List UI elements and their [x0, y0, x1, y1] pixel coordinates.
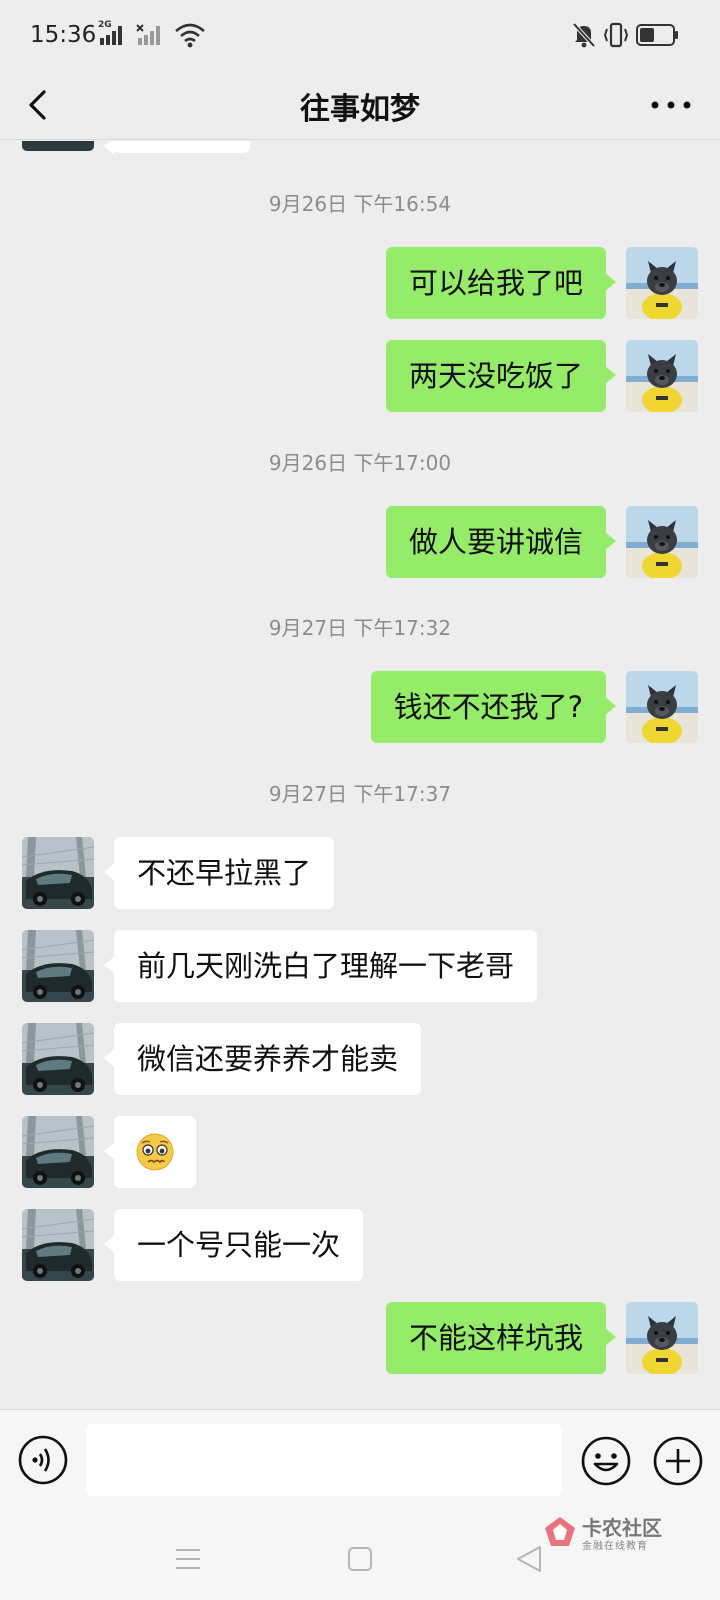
mute-icon	[572, 22, 596, 48]
contact-avatar[interactable]	[22, 1023, 94, 1095]
menu-icon	[176, 1549, 200, 1569]
my-avatar[interactable]	[626, 1302, 698, 1374]
more-functions-button[interactable]	[652, 1435, 704, 1487]
smiley-icon	[581, 1436, 631, 1486]
watermark-logo: 卡农社区 金融在线教育	[542, 1512, 712, 1552]
partial-message-bubble[interactable]	[104, 141, 250, 155]
home-button[interactable]	[340, 1541, 380, 1577]
their-message-bubble[interactable]: 前几天刚洗白了理解一下老哥	[103, 930, 538, 1002]
my-avatar[interactable]	[626, 340, 698, 412]
kanong-logo-icon	[545, 1517, 575, 1546]
message-timestamp: 9月27日 下午17:32	[268, 616, 452, 640]
battery-icon	[636, 24, 680, 46]
chevron-left-icon	[29, 90, 46, 120]
status-time: 15:36	[30, 22, 97, 48]
my-message-bubble[interactable]: 做人要讲诚信	[385, 506, 617, 578]
menu-button[interactable]	[168, 1541, 208, 1577]
contact-avatar[interactable]	[22, 837, 94, 909]
their-message-bubble[interactable]: 一个号只能一次	[103, 1209, 364, 1281]
message-timestamp: 9月26日 下午17:00	[268, 451, 452, 475]
chat-area[interactable]: 9月26日 下午16:54 可以给我了吧 两天没吃饭了 9月26日 下午17:0…	[0, 141, 720, 1409]
status-bar: 15:36 2G	[0, 0, 720, 70]
my-message-bubble[interactable]: 钱还不还我了?	[370, 671, 617, 743]
my-message-bubble[interactable]: 两天没吃饭了	[385, 340, 617, 412]
voice-button[interactable]	[18, 1435, 68, 1485]
contact-avatar[interactable]	[22, 141, 94, 151]
my-avatar[interactable]	[626, 506, 698, 578]
contact-avatar[interactable]	[22, 1116, 94, 1188]
wifi-icon	[174, 22, 206, 48]
emoji-button[interactable]	[580, 1435, 632, 1487]
sim-label: 2G	[98, 20, 112, 30]
their-emoji-bubble[interactable]	[104, 1116, 196, 1188]
more-dots-icon	[651, 101, 691, 109]
back-button[interactable]	[20, 84, 60, 126]
pleading-face-emoji	[136, 1133, 174, 1171]
chat-title: 往事如梦	[300, 92, 420, 127]
contact-avatar[interactable]	[22, 1209, 94, 1281]
more-button[interactable]	[646, 90, 696, 120]
message-timestamp: 9月26日 下午16:54	[268, 192, 452, 216]
my-message-bubble[interactable]: 可以给我了吧	[385, 247, 617, 319]
my-avatar[interactable]	[626, 247, 698, 319]
contact-avatar[interactable]	[22, 930, 94, 1002]
input-bar	[0, 1409, 720, 1519]
their-message-bubble[interactable]: 不还早拉黑了	[103, 837, 335, 909]
signal-2g-icon: 2G	[98, 20, 128, 46]
signal-no-sim-icon	[136, 24, 166, 46]
voice-icon	[18, 1435, 68, 1485]
message-input[interactable]	[86, 1424, 562, 1496]
watermark-subtitle: 金融在线教育	[582, 1541, 648, 1552]
plus-icon	[653, 1436, 703, 1486]
message-timestamp: 9月27日 下午17:37	[268, 782, 452, 806]
vibrate-icon	[602, 22, 630, 48]
my-message-bubble[interactable]: 不能这样坑我	[385, 1302, 617, 1374]
my-avatar[interactable]	[626, 671, 698, 743]
their-message-bubble[interactable]: 微信还要养养才能卖	[103, 1023, 422, 1095]
home-icon	[348, 1547, 372, 1571]
title-bar: 往事如梦	[0, 70, 720, 140]
